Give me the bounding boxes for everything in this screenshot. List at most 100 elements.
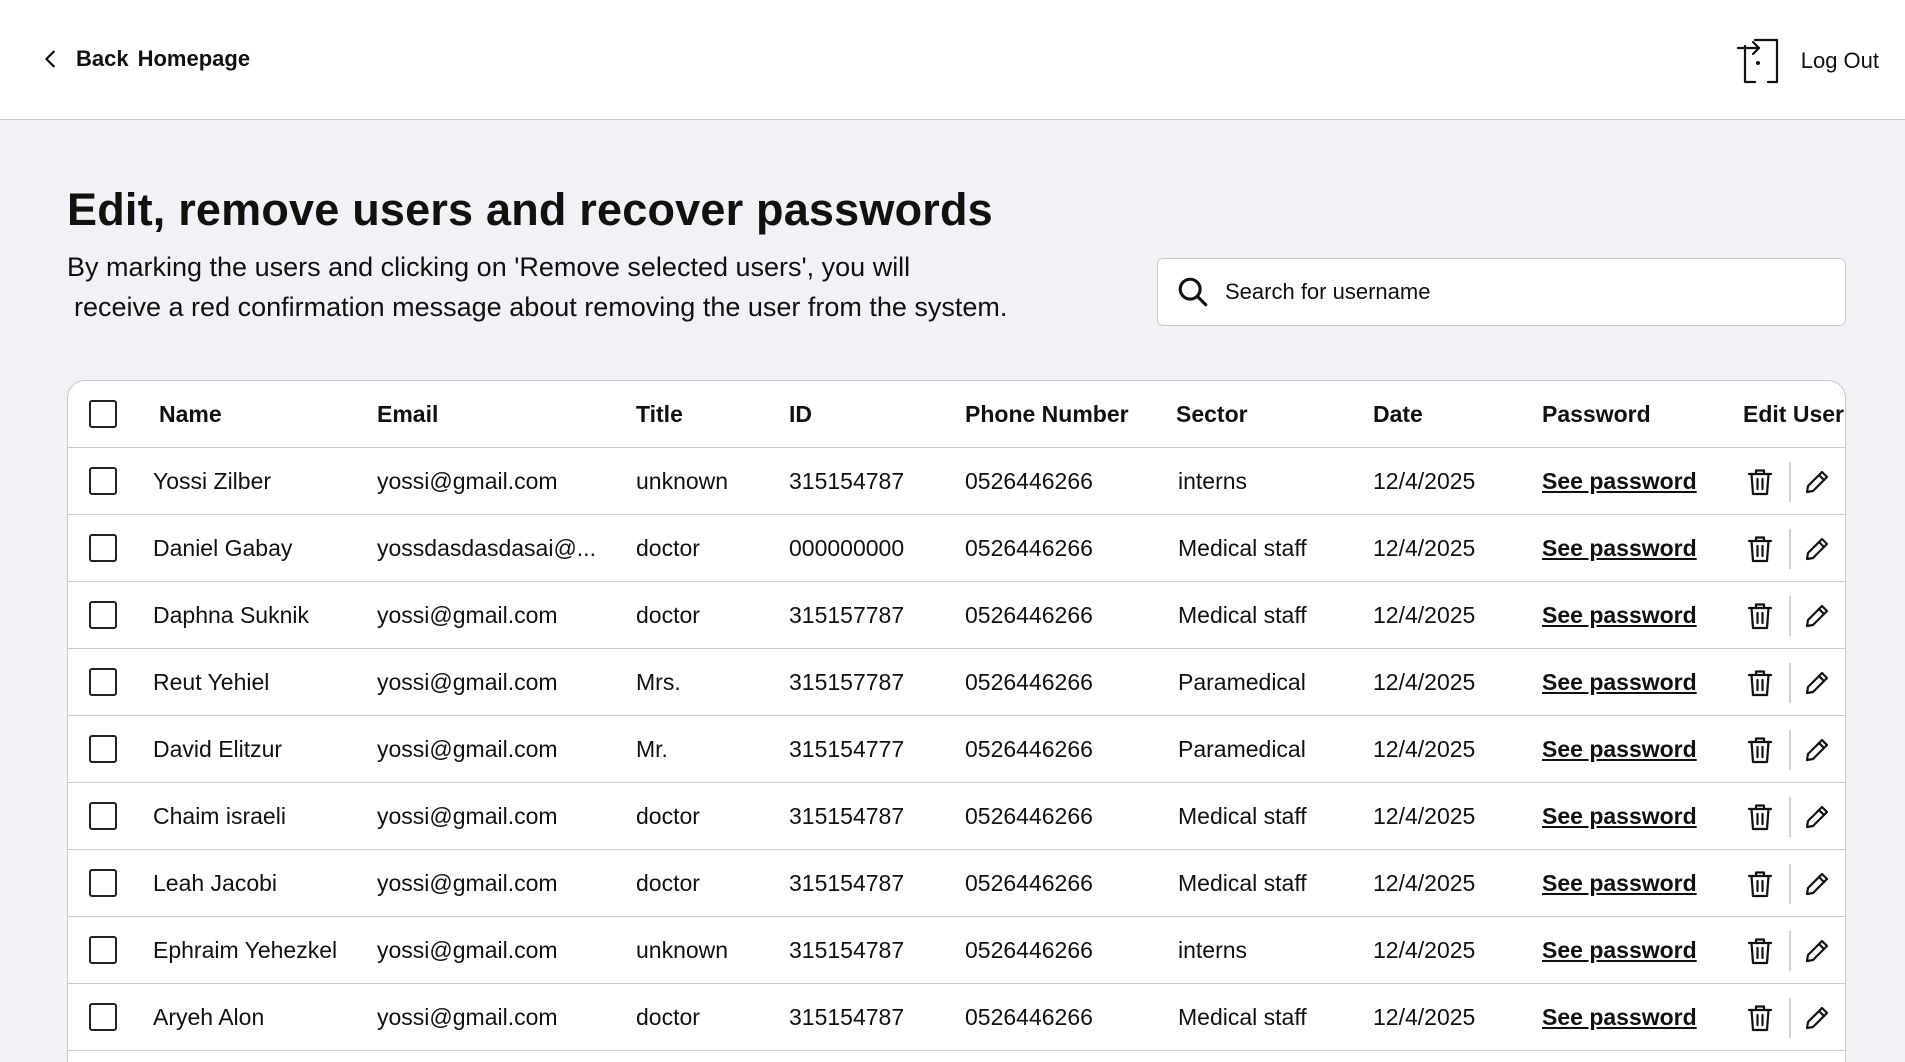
pencil-edit-icon[interactable] bbox=[1803, 1004, 1831, 1032]
trash-icon[interactable] bbox=[1746, 869, 1774, 899]
row-actions bbox=[1740, 515, 1845, 582]
password-cell: See password bbox=[1542, 649, 1697, 716]
user-sector-cell: Medical staff bbox=[1178, 602, 1307, 628]
table-row[interactable]: Daphna Suknik yossi@gmail.com doctor 315157… bbox=[68, 582, 1845, 649]
row-select-checkbox[interactable] bbox=[89, 1003, 117, 1031]
user-name-cell: Chaim israeli bbox=[153, 803, 286, 829]
row-select-checkbox[interactable] bbox=[89, 601, 117, 629]
action-divider bbox=[1789, 461, 1791, 502]
row-select-checkbox[interactable] bbox=[89, 802, 117, 830]
pencil-edit-icon[interactable] bbox=[1803, 535, 1831, 563]
row-select-checkbox[interactable] bbox=[89, 534, 117, 562]
description-line-1: By marking the users and clicking on 'Re… bbox=[67, 252, 911, 282]
trash-icon[interactable] bbox=[1746, 467, 1774, 497]
top-bar: Back Homepage Log Out bbox=[0, 0, 1905, 120]
table-row[interactable]: Aryeh Alon yossi@gmail.com doctor 315154787… bbox=[68, 984, 1845, 1051]
row-actions bbox=[1740, 984, 1845, 1051]
user-id-cell: 315154777 bbox=[789, 736, 905, 762]
description-line-2: receive a red confirmation message about… bbox=[74, 292, 1008, 322]
table-row[interactable]: Reut Yehiel yossi@gmail.com Mrs. 315157787 0… bbox=[68, 649, 1845, 716]
trash-icon[interactable] bbox=[1746, 668, 1774, 698]
pencil-edit-icon[interactable] bbox=[1803, 803, 1831, 831]
table-row[interactable]: Chaim israeli yossi@gmail.com doctor 315154… bbox=[68, 783, 1845, 850]
user-name-cell: Daphna Suknik bbox=[153, 602, 309, 628]
see-password-link[interactable]: See password bbox=[1542, 468, 1697, 495]
see-password-link[interactable]: See password bbox=[1542, 937, 1697, 964]
password-cell: See password bbox=[1542, 984, 1697, 1051]
column-header-email[interactable]: Email bbox=[377, 381, 438, 448]
row-select-checkbox[interactable] bbox=[89, 735, 117, 763]
row-select-checkbox[interactable] bbox=[89, 467, 117, 495]
search-box[interactable] bbox=[1157, 258, 1846, 326]
user-id-cell: 315154787 bbox=[789, 937, 905, 963]
user-sector-cell: Medical staff bbox=[1178, 870, 1307, 896]
see-password-link[interactable]: See password bbox=[1542, 736, 1697, 763]
user-title-cell: unknown bbox=[636, 937, 729, 963]
user-name-cell: Reut Yehiel bbox=[153, 669, 270, 695]
user-sector-cell: Medical staff bbox=[1178, 535, 1307, 561]
see-password-link[interactable]: See password bbox=[1542, 803, 1697, 830]
trash-icon[interactable] bbox=[1746, 735, 1774, 765]
user-email-cell: yossdasdasdasai@... bbox=[377, 535, 596, 561]
see-password-link[interactable]: See password bbox=[1542, 1004, 1697, 1031]
pencil-edit-icon[interactable] bbox=[1803, 937, 1831, 965]
column-header-id[interactable]: ID bbox=[789, 381, 812, 448]
trash-icon[interactable] bbox=[1746, 534, 1774, 564]
row-select-checkbox[interactable] bbox=[89, 869, 117, 897]
user-phone-cell: 0526446266 bbox=[965, 535, 1093, 561]
pencil-edit-icon[interactable] bbox=[1803, 602, 1831, 630]
row-select-checkbox[interactable] bbox=[89, 936, 117, 964]
user-name-cell: David Elitzur bbox=[153, 736, 283, 762]
user-date-cell: 12/4/2025 bbox=[1373, 937, 1476, 963]
column-header-title[interactable]: Title bbox=[636, 381, 683, 448]
trash-icon[interactable] bbox=[1746, 1003, 1774, 1033]
user-phone-cell: 0526446266 bbox=[965, 602, 1093, 628]
user-id-cell: 315154787 bbox=[789, 1004, 905, 1030]
logout-button[interactable]: Log Out bbox=[1735, 36, 1879, 86]
password-cell: See password bbox=[1542, 850, 1697, 917]
table-row[interactable]: Daniel Gabay yossdasdasdasai@... doctor 000… bbox=[68, 515, 1845, 582]
table-row[interactable]: Leah Jacobi yossi@gmail.com doctor 31515478… bbox=[68, 850, 1845, 917]
see-password-link[interactable]: See password bbox=[1542, 602, 1697, 629]
page-title: Edit, remove users and recover passwords bbox=[67, 184, 993, 235]
action-divider bbox=[1789, 796, 1791, 837]
password-cell: See password bbox=[1542, 783, 1697, 850]
user-email-cell: yossi@gmail.com bbox=[377, 468, 558, 494]
action-divider bbox=[1789, 729, 1791, 770]
user-title-cell: doctor bbox=[636, 535, 700, 561]
row-select-checkbox[interactable] bbox=[89, 668, 117, 696]
column-header-name[interactable]: Name bbox=[159, 381, 222, 448]
user-id-cell: 315154787 bbox=[789, 870, 905, 896]
row-actions bbox=[1740, 850, 1845, 917]
trash-icon[interactable] bbox=[1746, 802, 1774, 832]
user-sector-cell: interns bbox=[1178, 937, 1248, 963]
see-password-link[interactable]: See password bbox=[1542, 669, 1697, 696]
user-date-cell: 12/4/2025 bbox=[1373, 602, 1476, 628]
user-title-cell: Mrs. bbox=[636, 669, 681, 695]
see-password-link[interactable]: See password bbox=[1542, 870, 1697, 897]
user-date-cell: 12/4/2025 bbox=[1373, 870, 1476, 896]
column-header-date[interactable]: Date bbox=[1373, 381, 1423, 448]
user-sector-cell: interns bbox=[1178, 468, 1248, 494]
user-email-cell: yossi@gmail.com bbox=[377, 669, 558, 695]
pencil-edit-icon[interactable] bbox=[1803, 468, 1831, 496]
row-actions bbox=[1740, 582, 1845, 649]
table-row[interactable]: Ephraim Yehezkel yossi@gmail.com unknown 31… bbox=[68, 917, 1845, 984]
see-password-link[interactable]: See password bbox=[1542, 535, 1697, 562]
trash-icon[interactable] bbox=[1746, 601, 1774, 631]
column-header-phone[interactable]: Phone Number bbox=[965, 381, 1129, 448]
pencil-edit-icon[interactable] bbox=[1803, 736, 1831, 764]
pencil-edit-icon[interactable] bbox=[1803, 870, 1831, 898]
column-header-sector[interactable]: Sector bbox=[1176, 381, 1248, 448]
user-title-cell: doctor bbox=[636, 870, 700, 896]
trash-icon[interactable] bbox=[1746, 936, 1774, 966]
user-name-cell: Aryeh Alon bbox=[153, 1004, 265, 1030]
back-homepage-link[interactable]: Back Homepage bbox=[40, 44, 250, 74]
table-row[interactable]: David Elitzur yossi@gmail.com Mr. 315154777… bbox=[68, 716, 1845, 783]
search-input[interactable] bbox=[1225, 279, 1825, 305]
select-all-checkbox[interactable] bbox=[89, 400, 117, 428]
table-row[interactable]: Yossi Zilber yossi@gmail.com unknown 315154… bbox=[68, 448, 1845, 515]
password-cell: See password bbox=[1542, 917, 1697, 984]
back-label: Back bbox=[76, 46, 129, 71]
pencil-edit-icon[interactable] bbox=[1803, 669, 1831, 697]
